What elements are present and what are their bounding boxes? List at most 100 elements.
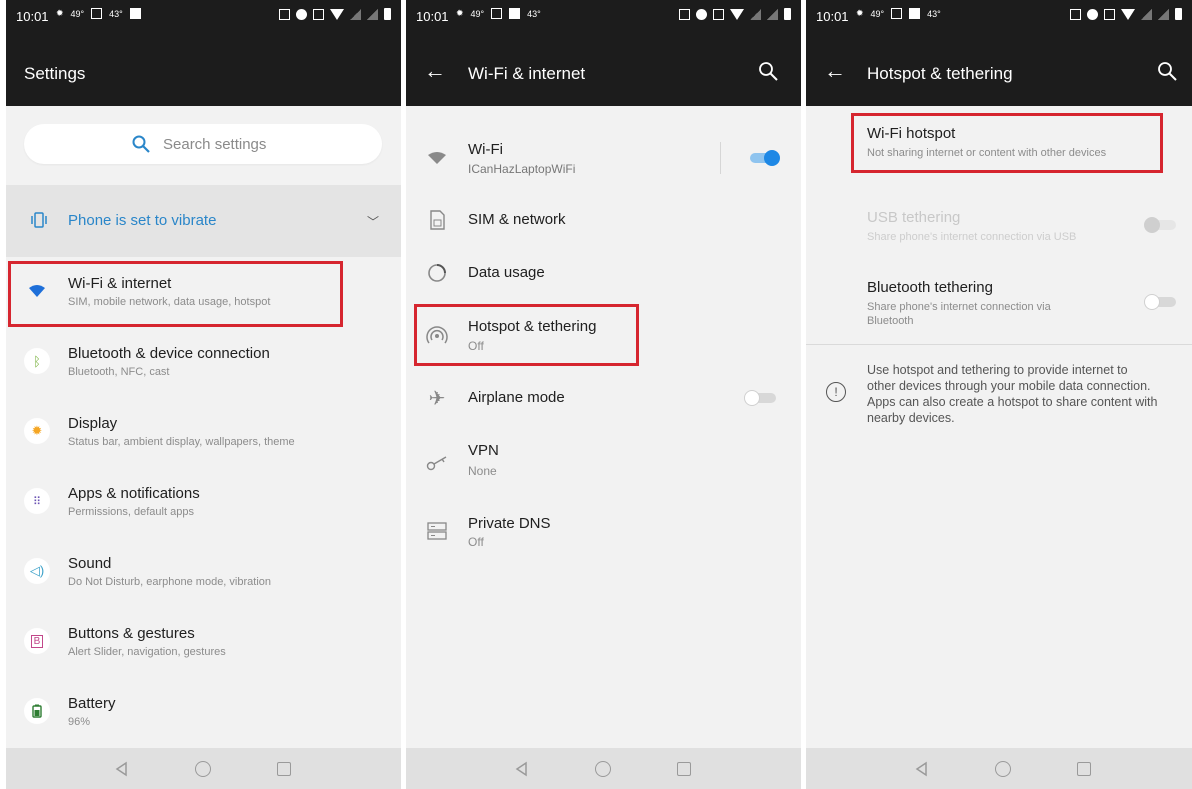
wifi-icon bbox=[424, 145, 450, 171]
image-notification-icon bbox=[509, 8, 521, 19]
wifi-hotspot-item[interactable]: Wi-Fi hotspot Not sharing internet or co… bbox=[806, 114, 1192, 172]
vpn-item[interactable]: VPN None bbox=[406, 432, 801, 492]
nav-bar bbox=[406, 748, 801, 789]
image-notification-icon bbox=[129, 8, 141, 19]
item-title: Sound bbox=[68, 555, 112, 572]
nav-recents-icon[interactable] bbox=[1077, 762, 1091, 776]
vibrate-icon bbox=[713, 8, 724, 20]
speaker-icon: ◁) bbox=[24, 558, 50, 584]
nav-home-icon[interactable] bbox=[595, 761, 611, 777]
wifi-icon bbox=[24, 278, 50, 304]
info-line: Apps can also create a hotspot to share … bbox=[867, 395, 1158, 409]
settings-item-buttons-gestures[interactable]: B Buttons & gestures Alert Slider, navig… bbox=[6, 612, 401, 676]
status-bar: 10:01 ✹ 49° 43° bbox=[806, 0, 1192, 32]
dns-icon bbox=[424, 518, 450, 544]
vibrate-banner-label: Phone is set to vibrate bbox=[68, 212, 217, 229]
airplane-mode-item[interactable]: ✈ Airplane mode bbox=[406, 374, 801, 422]
back-arrow-icon[interactable]: ← bbox=[424, 58, 446, 84]
item-subtitle: None bbox=[468, 464, 497, 478]
nav-back-icon[interactable] bbox=[514, 761, 530, 777]
nav-home-icon[interactable] bbox=[995, 761, 1011, 777]
private-dns-item[interactable]: Private DNS Off bbox=[406, 505, 801, 561]
brightness-icon: ✹ bbox=[24, 418, 50, 444]
apps-grid-icon: ⠿ bbox=[24, 488, 50, 514]
battery-icon bbox=[24, 698, 50, 724]
temperature-label: 43° bbox=[927, 8, 941, 19]
nav-back-icon[interactable] bbox=[914, 761, 930, 777]
wifi-toggle[interactable] bbox=[746, 150, 780, 166]
settings-item-apps[interactable]: ⠿ Apps & notifications Permissions, defa… bbox=[6, 472, 401, 536]
temperature-label: 49° bbox=[70, 8, 85, 19]
vibrate-banner[interactable]: Phone is set to vibrate ﹀ bbox=[6, 185, 401, 257]
back-arrow-icon[interactable]: ← bbox=[824, 58, 846, 84]
nfc-icon bbox=[1070, 8, 1081, 20]
info-icon: ! bbox=[826, 382, 846, 402]
settings-item-sound[interactable]: ◁) Sound Do Not Disturb, earphone mode, … bbox=[6, 542, 401, 606]
nfc-icon bbox=[279, 8, 290, 20]
hotspot-icon bbox=[424, 323, 450, 349]
item-title: Hotspot & tethering bbox=[468, 318, 597, 335]
nav-recents-icon[interactable] bbox=[277, 762, 291, 776]
data-usage-item[interactable]: Data usage bbox=[406, 250, 801, 298]
item-title: Wi-Fi & internet bbox=[68, 275, 172, 292]
divider bbox=[720, 142, 721, 174]
app-bar: Settings bbox=[6, 32, 401, 106]
cell-signal-icon bbox=[350, 8, 361, 20]
search-icon[interactable] bbox=[757, 60, 779, 82]
sim-network-item[interactable]: SIM & network bbox=[406, 196, 801, 244]
vibrate-icon bbox=[313, 8, 324, 20]
temperature-label: 49° bbox=[870, 8, 885, 19]
search-icon bbox=[132, 135, 150, 153]
status-time: 10:01 bbox=[16, 9, 49, 24]
settings-item-display[interactable]: ✹ Display Status bar, ambient display, w… bbox=[6, 402, 401, 466]
search-input[interactable]: Search settings bbox=[24, 124, 382, 164]
page-title: Wi-Fi & internet bbox=[468, 64, 586, 83]
nav-back-icon[interactable] bbox=[114, 761, 130, 777]
chevron-down-icon[interactable]: ﹀ bbox=[367, 213, 379, 230]
item-subtitle: Alert Slider, navigation, gestures bbox=[68, 646, 226, 658]
settings-item-bluetooth[interactable]: ᛒ Bluetooth & device connection Bluetoot… bbox=[6, 332, 401, 396]
cell-signal-icon bbox=[750, 8, 761, 20]
dnd-icon bbox=[696, 8, 707, 20]
divider bbox=[806, 344, 1192, 345]
item-title: Wi-Fi bbox=[468, 141, 503, 158]
bluetooth-tethering-toggle[interactable] bbox=[1144, 294, 1178, 310]
settings-notification-icon: ✹ bbox=[456, 8, 464, 18]
item-title: Battery bbox=[68, 695, 116, 712]
item-title: VPN bbox=[468, 442, 499, 459]
settings-item-wifi-internet[interactable]: Wi-Fi & internet SIM, mobile network, da… bbox=[6, 262, 401, 326]
app-bar: ← Hotspot & tethering bbox=[806, 32, 1192, 106]
search-icon[interactable] bbox=[1156, 60, 1178, 82]
temperature-label: 43° bbox=[109, 8, 123, 19]
bluetooth-icon: ᛒ bbox=[24, 348, 50, 374]
airplane-mode-toggle[interactable] bbox=[744, 390, 778, 406]
item-subtitle: SIM, mobile network, data usage, hotspot bbox=[68, 296, 271, 308]
nav-home-icon[interactable] bbox=[195, 761, 211, 777]
status-time: 10:01 bbox=[416, 9, 449, 24]
temperature-label: 49° bbox=[470, 8, 485, 19]
page-title: Hotspot & tethering bbox=[867, 64, 1013, 83]
status-time: 10:01 bbox=[816, 9, 849, 24]
hotspot-tethering-item[interactable]: Hotspot & tethering Off bbox=[406, 305, 801, 367]
item-title: Apps & notifications bbox=[68, 485, 200, 502]
item-title: SIM & network bbox=[468, 211, 566, 228]
item-subtitle: Bluetooth bbox=[867, 315, 914, 327]
hotspot-tethering-screen: 10:01 ✹ 49° 43° ← Hotspot & tethering Wi… bbox=[806, 0, 1192, 789]
bluetooth-tethering-item[interactable]: Bluetooth tethering Share phone's intern… bbox=[806, 270, 1192, 334]
wifi-item[interactable]: Wi-Fi ICanHazLaptopWiFi bbox=[406, 126, 801, 190]
item-subtitle: Status bar, ambient display, wallpapers,… bbox=[68, 436, 295, 448]
vibrate-icon bbox=[1104, 8, 1115, 20]
settings-item-battery[interactable]: Battery 96% bbox=[6, 682, 401, 746]
nav-recents-icon[interactable] bbox=[677, 762, 691, 776]
buttons-icon: B bbox=[24, 628, 50, 654]
item-subtitle: Do Not Disturb, earphone mode, vibration bbox=[68, 576, 271, 588]
notification-icon bbox=[891, 8, 903, 19]
settings-notification-icon: ✹ bbox=[856, 8, 864, 18]
notification-icon bbox=[91, 8, 103, 19]
status-bar: 10:01 ✹ 49° 43° bbox=[406, 0, 801, 32]
vibrate-icon bbox=[31, 212, 47, 228]
item-subtitle: Bluetooth, NFC, cast bbox=[68, 366, 170, 378]
battery-icon bbox=[1175, 8, 1182, 20]
item-subtitle: 96% bbox=[68, 716, 91, 728]
item-title: Data usage bbox=[468, 264, 545, 281]
